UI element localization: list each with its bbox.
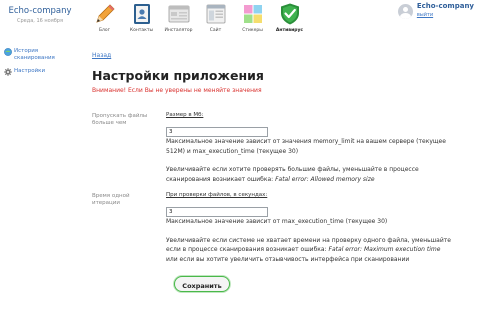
logout-link[interactable]: выйти bbox=[417, 12, 474, 18]
time-caption: При проверки файлов, в секундах: bbox=[166, 192, 268, 198]
toolbar-item-antivirus[interactable]: Антивирус bbox=[271, 2, 308, 38]
time-row: При проверки файлов, в секундах: Максима… bbox=[166, 192, 451, 264]
time-note-advice: Увеличивайте если системе не хватает вре… bbox=[166, 236, 451, 263]
toolbar-label: Блог bbox=[98, 28, 111, 33]
size-caption: Размер в Мб: bbox=[166, 112, 204, 118]
size-note-advice: Увеличивайте если хотите проверять больш… bbox=[166, 166, 419, 183]
page-title: Настройки приложения bbox=[92, 68, 264, 83]
toolbar-item-site[interactable]: Сайт bbox=[197, 2, 234, 38]
user-panel: Echo-company выйти bbox=[397, 2, 474, 19]
back-link[interactable]: Назад bbox=[92, 52, 111, 59]
user-name: Echo-company bbox=[416, 2, 474, 10]
app-toolbar: Блог Контакты Инсталятор Сайт Стикеры Ан… bbox=[86, 2, 308, 38]
site-icon bbox=[206, 4, 225, 24]
toolbar-item-contacts[interactable]: Контакты bbox=[123, 2, 160, 38]
toolbar-label: Сайт bbox=[209, 28, 222, 33]
brand-date: Среда, 16 ноября bbox=[17, 18, 63, 24]
sidebar-item-settings[interactable]: Настройки bbox=[4, 68, 78, 76]
max-file-size-input[interactable] bbox=[166, 127, 268, 137]
sidebar: История сканирования Настройки bbox=[4, 48, 78, 82]
size-row-label: Пропускать файлы больше чем bbox=[92, 113, 148, 126]
save-button[interactable]: Сохранить bbox=[174, 276, 230, 292]
sidebar-item-label: История сканирования bbox=[14, 48, 55, 61]
size-row: Размер в Мб: Максимальное значение завис… bbox=[166, 112, 451, 184]
stickers-icon bbox=[243, 5, 262, 23]
toolbar-label: Антивирус bbox=[275, 28, 304, 33]
scan-history-icon bbox=[4, 48, 12, 56]
time-note-limit: Максимальное значение зависит от max_exe… bbox=[166, 218, 388, 225]
time-error-text: Fatal error: Maximum execution time bbox=[328, 246, 441, 253]
time-row-label: Время одной итерации bbox=[92, 193, 130, 206]
brand: Echo-company Среда, 16 ноября bbox=[4, 6, 76, 24]
pencil-icon bbox=[95, 4, 115, 23]
antivirus-shield-icon bbox=[280, 3, 299, 25]
contacts-book-icon bbox=[133, 4, 150, 24]
brand-name: Echo-company bbox=[8, 6, 72, 16]
size-note-limit: Максимальное значение зависит от значени… bbox=[166, 138, 446, 155]
warning-message: Внимание! Если Вы не уверены не меняйте … bbox=[92, 87, 262, 94]
gear-icon bbox=[4, 68, 12, 76]
toolbar-item-installer[interactable]: Инсталятор bbox=[160, 2, 197, 38]
size-error-text: Fatal error: Allowed memory size bbox=[275, 175, 375, 183]
avatar[interactable] bbox=[397, 4, 413, 19]
sidebar-item-scan-history[interactable]: История сканирования bbox=[4, 48, 78, 62]
toolbar-label: Стикеры bbox=[242, 28, 263, 33]
toolbar-item-blog[interactable]: Блог bbox=[86, 2, 123, 38]
iteration-time-input[interactable] bbox=[166, 207, 268, 217]
toolbar-label: Контакты bbox=[129, 28, 154, 33]
toolbar-item-stickers[interactable]: Стикеры bbox=[234, 2, 271, 38]
installer-icon bbox=[168, 5, 189, 23]
toolbar-label: Инсталятор bbox=[164, 28, 193, 33]
sidebar-item-label: Настройки bbox=[14, 68, 46, 74]
